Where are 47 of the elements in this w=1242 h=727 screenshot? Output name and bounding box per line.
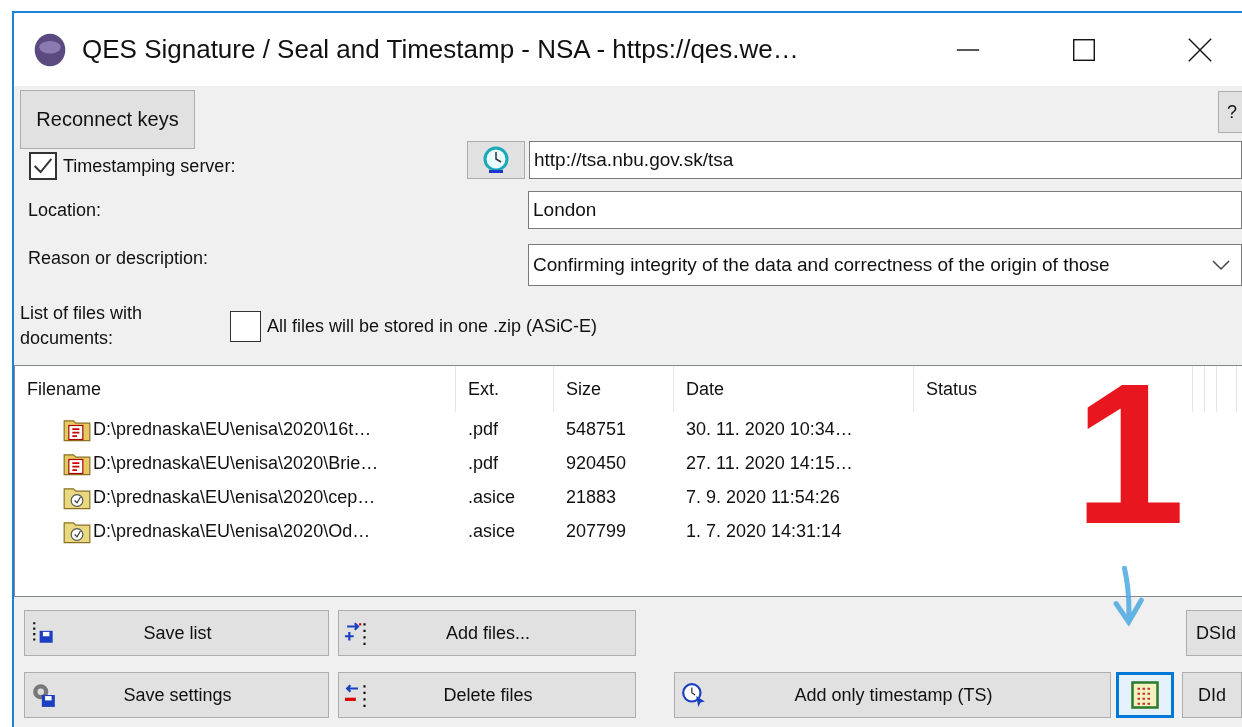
gear-disk-icon bbox=[31, 682, 57, 708]
table-cell-text: 27. 11. 2020 14:15… bbox=[685, 452, 854, 474]
location-field[interactable]: London bbox=[528, 191, 1242, 229]
table-cell-text: 30. 11. 2020 10:34… bbox=[685, 418, 854, 440]
column-header[interactable]: Ext. bbox=[456, 366, 554, 412]
column-header[interactable]: Filename bbox=[15, 366, 456, 412]
did-button[interactable]: DId bbox=[1182, 672, 1242, 718]
save-settings-button[interactable]: Save settings bbox=[24, 672, 329, 718]
table-cell-text: 920450 bbox=[565, 452, 628, 474]
table-cell-text: 1. 7. 2020 14:31:14 bbox=[685, 520, 843, 542]
reason-label: Reason or description: bbox=[28, 247, 209, 268]
column-header[interactable]: Size bbox=[554, 366, 674, 412]
table-cell: D:\prednaska\EU\enisa\2020\cep… bbox=[93, 486, 376, 508]
add-timestamp-button[interactable]: Add only timestamp (TS) bbox=[674, 672, 1111, 718]
dsid-button[interactable]: DSId bbox=[1186, 610, 1242, 656]
table-cell: D:\prednaska\EU\enisa\2020\16t… bbox=[93, 418, 372, 440]
save-list-button[interactable]: Save list bbox=[24, 610, 329, 656]
column-header[interactable]: Date bbox=[674, 366, 914, 412]
clock-button[interactable] bbox=[467, 141, 525, 179]
add-files-button[interactable]: Add files... bbox=[338, 610, 636, 656]
clock-icon bbox=[481, 145, 511, 175]
window-title: QES Signature / Seal and Timestamp - NSA - https://qes.we… bbox=[82, 34, 799, 65]
timestamping-checkbox[interactable] bbox=[29, 152, 57, 180]
zip-option-label: All files will be stored in one .zip (ASiC-E) bbox=[267, 315, 598, 337]
table-cell-text: 207799 bbox=[565, 520, 628, 542]
files-list-label: List of files with documents: bbox=[20, 302, 144, 350]
table-cell-text: .asice bbox=[467, 486, 517, 508]
list-view-button[interactable] bbox=[1116, 672, 1174, 718]
chevron-down-icon bbox=[1211, 259, 1231, 271]
timestamp-server-field[interactable]: http://tsa.nbu.gov.sk/tsa bbox=[529, 141, 1242, 179]
help-button[interactable]: ? bbox=[1218, 91, 1242, 133]
table-cell-text: 7. 9. 2020 11:54:26 bbox=[685, 486, 841, 508]
delete-files-button[interactable]: Delete files bbox=[338, 672, 636, 718]
table-cell: D:\prednaska\EU\enisa\2020\Od… bbox=[93, 520, 371, 542]
table-cell-text: .pdf bbox=[467, 452, 500, 474]
reason-dropdown[interactable]: Confirming integrity of the data and correctness of the origin of those bbox=[528, 244, 1242, 286]
table-cell-text: .asice bbox=[467, 520, 517, 542]
clock-cursor-icon bbox=[681, 682, 707, 708]
location-label: Location: bbox=[28, 199, 102, 220]
reconnect-keys-button[interactable]: Reconnect keys bbox=[20, 90, 195, 149]
table-cell: D:\prednaska\EU\enisa\2020\Brie… bbox=[93, 452, 379, 474]
table-cell-text: 21883 bbox=[565, 486, 618, 508]
table-cell-text: .pdf bbox=[467, 418, 500, 440]
zip-checkbox[interactable] bbox=[230, 310, 261, 342]
timestamping-label: Timestamping server: bbox=[63, 155, 236, 177]
list-icon bbox=[1130, 680, 1160, 710]
table-cell-text: 548751 bbox=[565, 418, 628, 440]
